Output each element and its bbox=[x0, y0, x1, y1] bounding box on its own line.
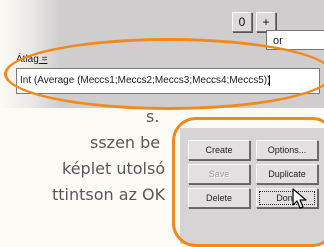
create-button[interactable]: Create bbox=[188, 140, 250, 160]
instruction-line-3: képlet utolsó bbox=[62, 159, 166, 178]
options-button[interactable]: Options... bbox=[256, 140, 318, 160]
text-caret bbox=[269, 74, 271, 86]
save-button[interactable]: Save bbox=[188, 164, 250, 184]
formula-label-text: Átlag bbox=[16, 54, 39, 65]
formula-label-suffix: = bbox=[38, 54, 48, 65]
button-panel: Create Options... Save Duplicate Delete … bbox=[180, 128, 324, 244]
operator-select[interactable]: or bbox=[266, 30, 324, 50]
delete-button[interactable]: Delete bbox=[188, 188, 250, 208]
instruction-text: s. sszen be képlet utolsó ttintson az OK bbox=[0, 104, 175, 208]
formula-dialog: 0 + or Átlag = Int (Average (Meccs1;Mecc… bbox=[0, 0, 324, 108]
formula-label: Átlag = bbox=[16, 54, 47, 65]
instruction-line-2: sszen be bbox=[90, 133, 161, 152]
duplicate-button[interactable]: Duplicate bbox=[256, 164, 318, 184]
instruction-line-4: ttintson az OK bbox=[52, 185, 166, 204]
formula-value: Int (Average (Meccs1;Meccs2;Meccs3;Meccs… bbox=[20, 75, 271, 86]
formula-input[interactable]: Int (Average (Meccs1;Meccs2;Meccs3;Meccs… bbox=[16, 68, 320, 94]
mouse-pointer-icon bbox=[292, 188, 307, 209]
plus-button[interactable]: + bbox=[256, 12, 276, 32]
zero-button[interactable]: 0 bbox=[232, 12, 252, 32]
instruction-line-1: s. bbox=[146, 107, 160, 126]
